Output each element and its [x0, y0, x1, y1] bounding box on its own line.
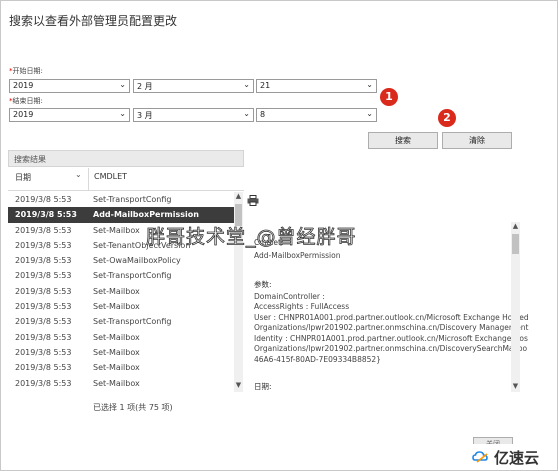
- end-day-value: 8: [260, 110, 266, 119]
- detail-param-line: 46A6-415f-80AD-7E09334B8852}: [254, 355, 381, 364]
- callout-badge-2: 2: [438, 109, 456, 127]
- chevron-down-icon: ⌄: [366, 109, 373, 118]
- search-button[interactable]: 搜索: [368, 132, 438, 149]
- table-row[interactable]: 2019/3/8 5:53 Set-OwaMailboxPolicy: [8, 253, 234, 268]
- start-day-select[interactable]: 21 ⌄: [256, 79, 377, 93]
- start-day-value: 21: [260, 81, 271, 90]
- chevron-down-icon: ⌄: [243, 80, 250, 89]
- detail-cmdlet-value: Add-MailboxPermission: [254, 251, 341, 260]
- table-row[interactable]: 2019/3/8 5:53 Set-Mailbox: [8, 330, 234, 345]
- start-date-label: *开始日期:: [9, 67, 43, 75]
- row-date: 2019/3/8 5:53: [15, 347, 72, 357]
- table-row[interactable]: 2019/3/8 5:53 Set-TransportConfig: [8, 314, 234, 329]
- watermark: 胖哥技术堂_@曾经胖哥: [146, 226, 357, 249]
- row-date: 2019/3/8 5:53: [15, 378, 72, 388]
- table-row[interactable]: 2019/3/8 5:53 Set-Mailbox: [8, 376, 234, 391]
- end-date-label: *结束日期:: [9, 97, 43, 105]
- row-cmdlet: Set-TransportConfig: [93, 195, 172, 204]
- table-row[interactable]: 2019/3/8 5:53 Set-Mailbox: [8, 299, 234, 314]
- row-cmdlet: Set-Mailbox: [93, 347, 140, 357]
- detail-param-line: Identity : CHNPR01A001.prod.partner.outl…: [254, 334, 528, 343]
- detail-param-line: Organizations/lpwr201902.partner.onmschi…: [254, 323, 529, 332]
- callout-badge-1: 1: [380, 88, 398, 106]
- start-month-select[interactable]: 2 月 ⌄: [133, 79, 254, 93]
- chevron-down-icon: ⌄: [119, 109, 126, 118]
- end-year-select[interactable]: 2019 ⌄: [9, 108, 130, 122]
- site-logo: 亿速云: [468, 444, 556, 470]
- row-date: 2019/3/8 5:53: [15, 302, 72, 312]
- column-separator: [88, 168, 89, 190]
- row-cmdlet: Set-OwaMailboxPolicy: [93, 256, 181, 266]
- cloud-logo-icon: [472, 451, 488, 463]
- column-header-date[interactable]: 日期: [15, 172, 31, 183]
- row-date: 2019/3/8 5:53: [15, 363, 72, 373]
- row-date: 2019/3/8 5:53: [15, 317, 72, 327]
- end-year-value: 2019: [13, 110, 34, 119]
- chevron-up-icon[interactable]: ▲: [234, 192, 243, 200]
- row-cmdlet: Set-Mailbox: [93, 286, 140, 296]
- row-date: 2019/3/8 5:53: [15, 332, 72, 342]
- row-date: 2019/3/8 5:53: [15, 240, 72, 250]
- row-cmdlet: Set-Mailbox: [93, 332, 140, 342]
- row-cmdlet: Set-TransportConfig: [93, 317, 172, 327]
- row-cmdlet: Add-MailboxPermission: [93, 210, 199, 220]
- chevron-down-icon: ⌄: [119, 80, 126, 89]
- end-day-select[interactable]: 8 ⌄: [256, 108, 377, 122]
- detail-scroll-thumb[interactable]: [512, 234, 519, 254]
- start-year-select[interactable]: 2019 ⌄: [9, 79, 130, 93]
- row-cmdlet: Set-Mailbox: [93, 302, 140, 312]
- detail-params-label: 参数:: [254, 280, 272, 289]
- detail-param-line: Organizations/lpwr201902.partner.onmschi…: [254, 344, 528, 353]
- header-divider: [8, 190, 244, 191]
- clear-button[interactable]: 清除: [442, 132, 512, 149]
- results-header-label: 搜索结果: [14, 155, 46, 164]
- start-year-value: 2019: [13, 81, 34, 90]
- start-month-value: 2 月: [137, 82, 153, 91]
- row-date: 2019/3/8 5:53: [15, 256, 72, 266]
- chevron-down-icon[interactable]: ▼: [511, 382, 520, 390]
- end-month-value: 3 月: [137, 111, 153, 120]
- detail-param-line: User : CHNPR01A001.prod.partner.outlook.…: [254, 313, 529, 322]
- selection-status: 已选择 1 项(共 75 项): [93, 403, 173, 412]
- chevron-down-icon[interactable]: ▼: [234, 381, 243, 389]
- logo-text: 亿速云: [494, 449, 540, 467]
- row-date: 2019/3/8 5:53: [15, 210, 77, 220]
- row-date: 2019/3/8 5:53: [15, 286, 72, 296]
- chevron-down-icon[interactable]: ⌄: [75, 170, 82, 179]
- row-date: 2019/3/8 5:53: [15, 195, 72, 204]
- printer-icon[interactable]: [247, 195, 259, 206]
- table-row[interactable]: 2019/3/8 5:53 Set-Mailbox: [8, 360, 234, 375]
- results-panel-header: 搜索结果: [8, 150, 244, 167]
- column-header-cmdlet[interactable]: CMDLET: [94, 172, 127, 181]
- detail-scrollbar[interactable]: ▲ ▼: [511, 222, 520, 392]
- page-title: 搜索以查看外部管理员配置更改: [9, 14, 178, 28]
- row-cmdlet: Set-Mailbox: [93, 225, 140, 235]
- table-row[interactable]: 2019/3/8 5:53 Set-Mailbox: [8, 345, 234, 360]
- chevron-down-icon: ⌄: [243, 109, 250, 118]
- end-month-select[interactable]: 3 月 ⌄: [133, 108, 254, 122]
- row-cmdlet: Set-Mailbox: [93, 378, 140, 388]
- table-row-selected[interactable]: 2019/3/8 5:53 Add-MailboxPermission: [8, 207, 234, 223]
- row-date: 2019/3/8 5:53: [15, 271, 72, 281]
- row-date: 2019/3/8 5:53: [15, 225, 72, 235]
- table-row[interactable]: 2019/3/8 5:53 Set-TransportConfig: [8, 268, 234, 283]
- table-row[interactable]: 2019/3/8 5:53 Set-Mailbox: [8, 284, 234, 299]
- chevron-down-icon: ⌄: [366, 80, 373, 89]
- table-row[interactable]: 2019/3/8 5:53 Set-TransportConfig: [8, 192, 234, 207]
- detail-param-line: DomainController :: [254, 292, 325, 301]
- detail-date-label: 日期:: [254, 382, 272, 391]
- row-cmdlet: Set-TransportConfig: [93, 271, 172, 281]
- detail-param-line: AccessRights : FullAccess: [254, 302, 350, 311]
- chevron-up-icon[interactable]: ▲: [511, 222, 520, 230]
- row-cmdlet: Set-Mailbox: [93, 363, 140, 373]
